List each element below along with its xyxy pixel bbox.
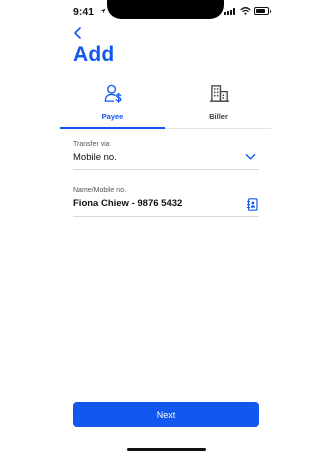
contacts-book-icon[interactable] [247, 198, 258, 211]
device-notch [107, 0, 224, 19]
name-mobile-value: Fiona Chiew - 9876 5432 [73, 198, 183, 209]
signal-icon [224, 8, 237, 15]
battery-icon [254, 7, 271, 15]
wifi-icon [240, 7, 251, 15]
transfer-via-value: Mobile no. [73, 152, 117, 163]
person-dollar-icon [104, 84, 122, 103]
back-chevron-icon[interactable] [71, 26, 85, 40]
next-button[interactable]: Next [73, 402, 259, 427]
chevron-down-icon[interactable] [245, 153, 256, 161]
location-arrow-icon [100, 8, 106, 14]
transfer-via-label: Transfer via [73, 141, 110, 148]
status-time: 9:41 [73, 6, 95, 18]
name-mobile-label: Name/Mobile no. [73, 187, 126, 194]
tab-biller-label: Biller [209, 112, 228, 121]
tab-selected-indicator [60, 127, 165, 129]
tab-bar: Payee Biller [60, 80, 271, 129]
name-mobile-field[interactable]: Name/Mobile no. Fiona Chiew - 9876 5432 [73, 187, 259, 217]
building-icon [209, 85, 230, 102]
tab-biller[interactable]: Biller [166, 80, 271, 128]
tab-payee[interactable]: Payee [60, 80, 165, 129]
tab-payee-label: Payee [101, 112, 124, 121]
page-title: Add [73, 43, 115, 66]
transfer-via-select[interactable]: Transfer via Mobile no. [73, 141, 259, 170]
home-indicator [127, 448, 206, 451]
status-bar: 9:41 [0, 0, 332, 26]
